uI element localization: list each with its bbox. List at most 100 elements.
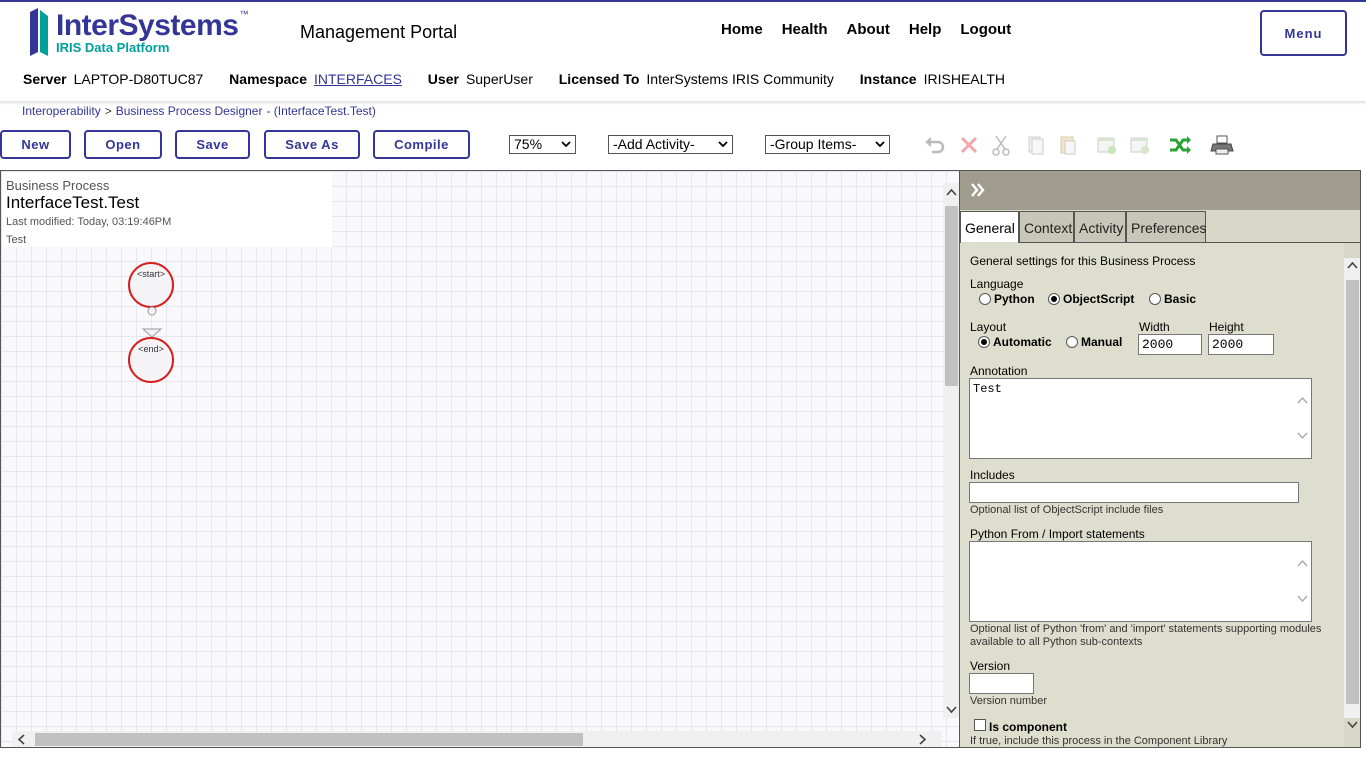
paste-icon[interactable] [1056, 134, 1080, 156]
height-label: Height [1209, 320, 1244, 334]
logo-subtitle: IRIS Data Platform [56, 40, 170, 55]
language-objectscript-radio[interactable]: ObjectScript [1048, 292, 1134, 306]
python-import-help-1: Optional list of Python 'from' and 'impo… [970, 623, 1322, 635]
nav-about[interactable]: About [847, 21, 890, 38]
breadcrumb-current: - (InterfaceTest.Test) [266, 104, 376, 118]
version-input[interactable] [969, 673, 1034, 694]
annotation-textarea[interactable]: Test [969, 378, 1312, 459]
radio-off-icon [979, 293, 991, 305]
tab-context[interactable]: Context [1019, 211, 1074, 243]
licensed-value: InterSystems IRIS Community [646, 71, 834, 87]
bp-annotation: Test [6, 234, 27, 246]
zoom-value: 75% [514, 136, 543, 152]
group-items-select[interactable]: -Group Items- [765, 135, 890, 154]
ungroup-icon[interactable] [1128, 134, 1152, 156]
nav-help[interactable]: Help [909, 21, 942, 38]
nav-logout[interactable]: Logout [960, 21, 1011, 38]
group-icon[interactable] [1095, 134, 1119, 156]
delete-icon[interactable] [957, 134, 981, 156]
panel-vertical-thumb[interactable] [1346, 280, 1359, 704]
width-label: Width [1139, 320, 1170, 334]
licensed-label: Licensed To [558, 71, 640, 87]
layout-automatic-label: Automatic [993, 335, 1052, 349]
scroll-down-icon[interactable] [945, 704, 958, 716]
annotation-value: Test [973, 382, 1002, 396]
end-shape[interactable]: <end> [128, 337, 174, 383]
add-activity-value: -Add Activity- [613, 136, 695, 152]
python-import-textarea[interactable] [969, 541, 1312, 622]
canvas-horizontal-thumb[interactable] [35, 733, 583, 746]
chevron-down-icon [561, 141, 571, 148]
start-shape[interactable]: <start> [128, 262, 174, 308]
bp-kind: Business Process [6, 178, 110, 193]
scroll-up-icon[interactable] [1297, 396, 1308, 405]
breadcrumb-bp-designer[interactable]: Business Process Designer [116, 104, 263, 118]
menu-button[interactable]: Menu [1260, 10, 1347, 56]
canvas-vertical-thumb[interactable] [945, 206, 958, 386]
copy-icon[interactable] [1023, 134, 1047, 156]
intersystems-logo[interactable]: InterSystems™ IRIS Data Platform [28, 6, 248, 60]
radio-off-icon [1149, 293, 1161, 305]
double-chevron-right-icon[interactable] [970, 182, 986, 198]
new-button[interactable]: New [0, 130, 71, 159]
general-settings-form: General settings for this Business Proce… [960, 243, 1344, 747]
namespace-link[interactable]: INTERFACES [314, 71, 402, 87]
includes-input[interactable] [969, 482, 1299, 503]
width-input[interactable]: 2000 [1138, 334, 1202, 355]
info-bar: Server LAPTOP-D80TUC87 Namespace INTERFACE… [23, 71, 1027, 87]
python-import-help-2: available to all Python sub-contexts [970, 636, 1143, 648]
add-activity-select[interactable]: -Add Activity- [608, 135, 733, 154]
breadcrumb-interoperability[interactable]: Interoperability [22, 104, 101, 118]
scroll-up-icon[interactable] [1297, 559, 1308, 568]
tab-preferences[interactable]: Preferences [1126, 211, 1206, 243]
business-process-info: Business Process InterfaceTest.Test Last… [2, 172, 332, 247]
language-basic-radio[interactable]: Basic [1149, 292, 1196, 306]
general-intro: General settings for this Business Proce… [970, 254, 1196, 268]
height-input[interactable]: 2000 [1208, 334, 1274, 355]
save-as-button[interactable]: Save As [264, 130, 360, 159]
scroll-right-icon[interactable] [916, 733, 928, 746]
top-navigation: Home Health About Help Logout [721, 21, 1030, 38]
tab-general[interactable]: General [960, 211, 1019, 244]
cut-icon[interactable] [989, 134, 1013, 156]
scroll-up-icon[interactable] [1346, 259, 1359, 271]
print-icon[interactable] [1210, 134, 1234, 156]
diagram-canvas[interactable]: Business Process InterfaceTest.Test Last… [0, 170, 960, 748]
group-items-value: -Group Items- [770, 136, 857, 152]
open-button[interactable]: Open [84, 130, 162, 159]
includes-label: Includes [970, 468, 1015, 482]
nav-home[interactable]: Home [721, 21, 763, 38]
scroll-up-icon[interactable] [945, 186, 958, 198]
zoom-select[interactable]: 75% [509, 135, 576, 154]
undo-icon[interactable] [923, 134, 947, 156]
logo-trademark: ™ [239, 9, 248, 19]
scroll-down-icon[interactable] [1346, 719, 1359, 731]
version-label: Version [970, 659, 1011, 673]
scroll-down-icon[interactable] [1297, 431, 1308, 440]
language-python-label: Python [994, 292, 1035, 306]
radio-on-icon [1048, 293, 1060, 305]
is-component-checkbox[interactable] [974, 719, 986, 731]
bp-name: InterfaceTest.Test [6, 193, 140, 212]
version-help: Version number [970, 695, 1048, 707]
layout-manual-radio[interactable]: Manual [1066, 335, 1122, 349]
radio-on-icon [978, 336, 990, 348]
is-component-label: Is component [989, 720, 1068, 734]
scroll-left-icon[interactable] [16, 733, 28, 746]
includes-help: Optional list of ObjectScript include fi… [970, 504, 1164, 516]
is-component-help: If true, include this process in the Com… [970, 735, 1228, 747]
logo-name: InterSystems [56, 9, 239, 42]
layout-automatic-radio[interactable]: Automatic [978, 335, 1052, 349]
connector [141, 306, 163, 338]
chevron-down-icon [718, 141, 728, 148]
compile-button[interactable]: Compile [373, 130, 470, 159]
scroll-down-icon[interactable] [1297, 594, 1308, 603]
shuffle-icon[interactable] [1168, 134, 1192, 156]
user-value: SuperUser [465, 71, 533, 87]
nav-health[interactable]: Health [782, 21, 828, 38]
language-python-radio[interactable]: Python [979, 292, 1035, 306]
save-button[interactable]: Save [175, 130, 250, 159]
tab-activity[interactable]: Activity [1074, 211, 1126, 243]
language-basic-label: Basic [1164, 292, 1197, 306]
language-label: Language [970, 277, 1024, 291]
